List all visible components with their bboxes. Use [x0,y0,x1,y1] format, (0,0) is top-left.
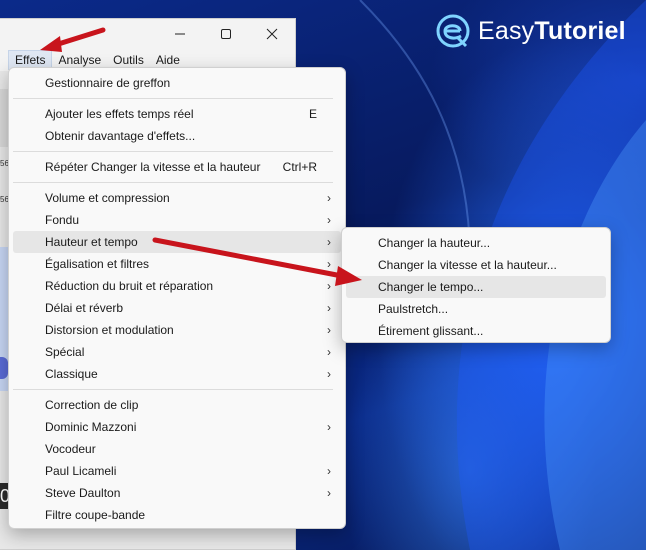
menu-separator [13,182,333,183]
effects-menu: Gestionnaire de greffon Ajouter les effe… [8,67,346,529]
menu-item-notch-filter[interactable]: Filtre coupe-bande [13,504,341,526]
chevron-right-icon: › [327,420,331,434]
menu-item-paul-licameli[interactable]: Paul Licameli › [13,460,341,482]
chevron-right-icon: › [327,235,331,249]
title-bar [0,19,295,49]
close-button[interactable] [249,19,295,49]
menu-item-dominic-mazzoni[interactable]: Dominic Mazzoni › [13,416,341,438]
submenu-item-change-speed-pitch[interactable]: Changer la vitesse et la hauteur... [346,254,606,276]
menu-item-classic[interactable]: Classique › [13,363,341,385]
menu-item-pitch-tempo[interactable]: Hauteur et tempo › [13,231,341,253]
menu-separator [13,98,333,99]
easytutoriel-logo: EasyTutoriel [436,14,626,48]
chevron-right-icon: › [327,323,331,337]
chevron-right-icon: › [327,257,331,271]
shortcut-label: E [308,107,317,121]
submenu-item-paulstretch[interactable]: Paulstretch... [346,298,606,320]
menu-item-fade[interactable]: Fondu › [13,209,341,231]
submenu-item-sliding-stretch[interactable]: Étirement glissant... [346,320,606,342]
menu-item-plugin-manager[interactable]: Gestionnaire de greffon [13,72,341,94]
close-icon [266,28,278,40]
maximize-icon [221,29,231,39]
chevron-right-icon: › [327,464,331,478]
menu-item-steve-daulton[interactable]: Steve Daulton › [13,482,341,504]
menu-item-distortion-modulation[interactable]: Distorsion et modulation › [13,319,341,341]
logo-text: EasyTutoriel [478,16,626,45]
menu-item-special[interactable]: Spécial › [13,341,341,363]
chevron-right-icon: › [327,301,331,315]
easytutoriel-logo-icon [436,14,470,48]
minimize-button[interactable] [157,19,203,49]
menu-item-delay-reverb[interactable]: Délai et réverb › [13,297,341,319]
waveform [0,357,8,379]
menu-separator [13,389,333,390]
chevron-right-icon: › [327,213,331,227]
menu-item-noise-reduction[interactable]: Réduction du bruit et réparation › [13,275,341,297]
menu-item-volume-compression[interactable]: Volume et compression › [13,187,341,209]
menu-item-repeat-last-effect[interactable]: Répéter Changer la vitesse et la hauteur… [13,156,341,178]
menu-item-eq-filters[interactable]: Égalisation et filtres › [13,253,341,275]
chevron-right-icon: › [327,279,331,293]
menu-separator [13,151,333,152]
chevron-right-icon: › [327,486,331,500]
pitch-tempo-submenu: Changer la hauteur... Changer la vitesse… [341,227,611,343]
menu-item-clip-fix[interactable]: Correction de clip [13,394,341,416]
chevron-right-icon: › [327,191,331,205]
minimize-icon [175,33,185,35]
submenu-item-change-tempo[interactable]: Changer le tempo... [346,276,606,298]
submenu-item-change-pitch[interactable]: Changer la hauteur... [346,232,606,254]
menu-item-get-more-effects[interactable]: Obtenir davantage d'effets... [13,125,341,147]
shortcut-label: Ctrl+R [282,160,317,174]
menu-item-add-realtime-effects[interactable]: Ajouter les effets temps réel E [13,103,341,125]
menu-item-vocoder[interactable]: Vocodeur [13,438,341,460]
chevron-right-icon: › [327,345,331,359]
maximize-button[interactable] [203,19,249,49]
chevron-right-icon: › [327,367,331,381]
